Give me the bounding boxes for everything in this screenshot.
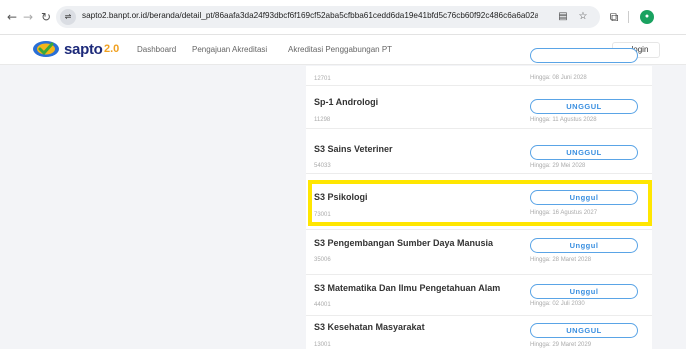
program-code: 12701 [314, 76, 331, 82]
url-text[interactable]: sapto2.banpt.or.id/beranda/detail_pt/86a… [82, 11, 538, 20]
site-info-icon[interactable]: ⇌ [60, 9, 76, 25]
accreditation-until: Hingga: 08 Juni 2028 [530, 75, 587, 81]
list-item[interactable]: S3 Matematika Dan Ilmu Pengetahuan Alam … [306, 275, 652, 316]
status-badge: UNGGUL [530, 145, 638, 160]
accreditation-until: Hingga: 02 Juli 2030 [530, 301, 585, 307]
nav-pengajuan-akreditasi[interactable]: Pengajuan Akreditasi [192, 45, 267, 54]
status-badge: UNGGUL [530, 99, 638, 114]
program-name: Sp-1 Andrologi [314, 97, 379, 107]
list-item[interactable]: S3 Sains Veteriner UNGGUL 54033 Hingga: … [306, 129, 652, 174]
program-code: 44001 [314, 302, 331, 308]
program-code: 35006 [314, 257, 331, 263]
program-name: S3 Matematika Dan Ilmu Pengetahuan Alam [314, 283, 501, 293]
address-bar[interactable]: ⇌ sapto2.banpt.or.id/beranda/detail_pt/8… [56, 6, 600, 28]
browser-chrome: ← → ↻ ⇌ sapto2.banpt.or.id/beranda/detai… [0, 0, 686, 35]
back-icon[interactable]: ← [4, 9, 20, 25]
list-item[interactable]: S3 Kesehatan Masyarakat UNGGUL 13001 Hin… [306, 316, 652, 349]
program-name: S3 Sains Veteriner [314, 144, 393, 154]
list-item[interactable]: S3 Pengembangan Sumber Daya Manusia Ungg… [306, 230, 652, 275]
forward-icon[interactable]: → [20, 9, 36, 25]
sapto-logo-icon [33, 41, 59, 57]
nav-dashboard[interactable]: Dashboard [137, 45, 176, 54]
program-code: 13001 [314, 342, 331, 348]
translate-icon[interactable]: ▤ [556, 10, 570, 24]
logo-version: 2.0 [104, 43, 120, 55]
accreditation-until: Hingga: 28 Maret 2028 [530, 257, 592, 263]
toolbar-divider [628, 11, 629, 23]
status-badge [530, 48, 638, 63]
logo-text: sapto [64, 41, 103, 58]
list-item[interactable]: Sp-1 Andrologi UNGGUL 11298 Hingga: 11 A… [306, 86, 652, 129]
status-badge: Unggul [530, 238, 638, 253]
extensions-icon[interactable]: ⧉ [606, 9, 622, 25]
highlight-box [308, 180, 652, 226]
accreditation-until: Hingga: 29 Maret 2029 [530, 342, 592, 348]
program-name: S3 Pengembangan Sumber Daya Manusia [314, 238, 494, 248]
program-code: 54033 [314, 163, 331, 169]
accreditation-until: Hingga: 11 Agustus 2028 [530, 117, 597, 123]
program-code: 11298 [314, 117, 331, 123]
reload-icon[interactable]: ↻ [38, 9, 54, 25]
status-badge: UNGGUL [530, 323, 638, 338]
profile-avatar-icon[interactable]: ● [640, 10, 654, 24]
status-badge: Unggul [530, 284, 638, 299]
bookmark-star-icon[interactable]: ☆ [576, 10, 590, 24]
accreditation-until: Hingga: 29 Mei 2028 [530, 163, 586, 169]
program-name: S3 Kesehatan Masyarakat [314, 322, 425, 332]
list-item[interactable]: 12701 Hingga: 08 Juni 2028 [306, 46, 652, 86]
